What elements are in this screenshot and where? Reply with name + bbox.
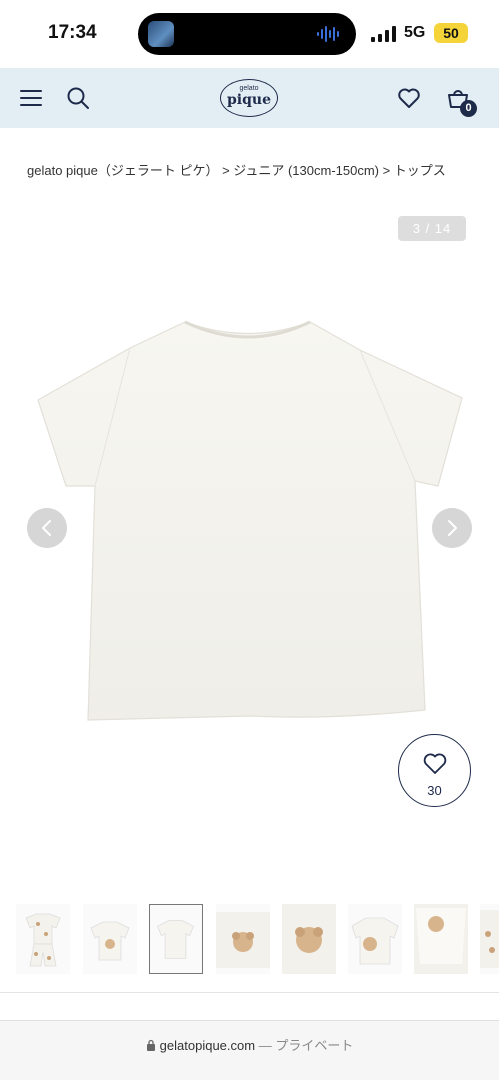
- network-type: 5G: [404, 24, 426, 41]
- brand-logo[interactable]: gelato pique: [220, 79, 278, 117]
- heart-icon[interactable]: [396, 85, 422, 111]
- lock-icon: [146, 1039, 155, 1051]
- prev-image-button[interactable]: [27, 508, 67, 548]
- thumbnail[interactable]: [414, 904, 468, 974]
- heart-icon: [423, 753, 447, 774]
- thumbnail[interactable]: [216, 904, 270, 974]
- image-counter: 3 / 14: [398, 216, 466, 241]
- thumbnail[interactable]: [480, 904, 499, 974]
- next-image-button[interactable]: [432, 508, 472, 548]
- url-domain: gelatopique.com: [159, 1038, 256, 1053]
- thumbnail[interactable]: [348, 904, 402, 974]
- thumbnail[interactable]: [16, 904, 70, 974]
- status-bar: 17:34 5G 50: [0, 0, 499, 68]
- product-image[interactable]: [30, 300, 470, 730]
- app-thumbnail-icon: [148, 21, 174, 47]
- thumbnail-strip: [16, 904, 499, 976]
- battery-indicator: 50: [434, 23, 468, 43]
- status-time: 17:34: [48, 22, 97, 43]
- thumbnail[interactable]: [83, 904, 137, 974]
- url-display[interactable]: gelatopique.com — プライベート: [0, 1035, 499, 1054]
- private-label: — プライベート: [258, 1038, 354, 1053]
- divider: [0, 992, 499, 993]
- browser-url-bar[interactable]: gelatopique.com — プライベート: [0, 1020, 499, 1080]
- audio-waveform-icon: [317, 26, 339, 42]
- pajama-set-thumbnail: [25, 913, 61, 967]
- print-closeup-thumbnail: [216, 912, 270, 968]
- model-thumbnail: [414, 904, 468, 974]
- search-icon[interactable]: [65, 85, 91, 111]
- print-detail-thumbnail: [282, 904, 336, 974]
- pattern-thumbnail: [480, 910, 499, 968]
- cellular-signal-icon: [371, 26, 396, 42]
- tshirt-back-thumbnail: [157, 920, 194, 959]
- breadcrumb[interactable]: gelato pique（ジェラート ピケ） > ジュニア (130cm-150…: [27, 160, 499, 179]
- favorite-count: 30: [427, 783, 442, 798]
- logo-main-text: pique: [227, 92, 271, 108]
- thumbnail-selected[interactable]: [149, 904, 203, 974]
- cart-count-badge: 0: [460, 100, 477, 117]
- dynamic-island: [138, 13, 356, 55]
- favorite-button[interactable]: 30: [398, 734, 471, 807]
- menu-icon[interactable]: [18, 85, 44, 111]
- site-header: gelato pique: [0, 68, 499, 128]
- tshirt-side-thumbnail: [351, 917, 399, 965]
- thumbnail[interactable]: [282, 904, 336, 974]
- tshirt-front-thumbnail: [90, 921, 130, 961]
